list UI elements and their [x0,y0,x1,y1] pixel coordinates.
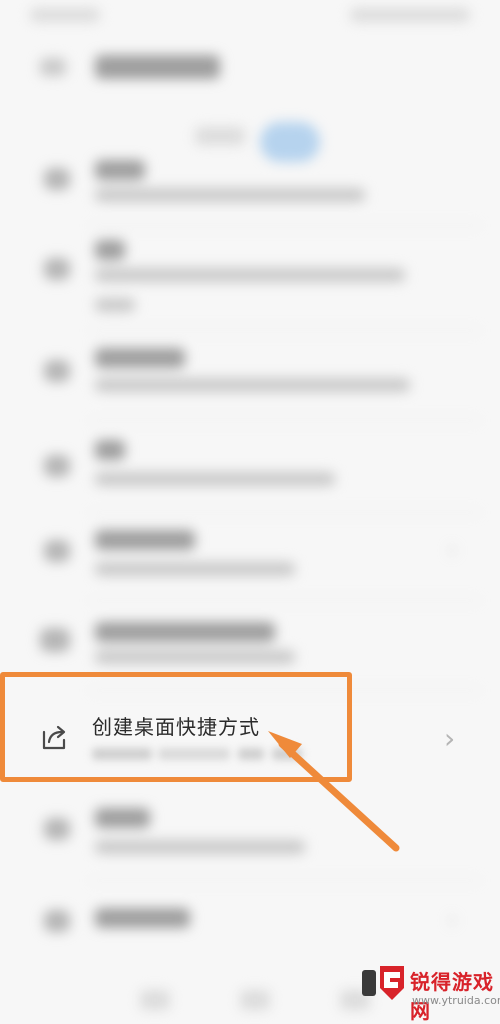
watermark-url: www.ytruida.com [412,994,500,1007]
pointer-arrow [268,731,400,852]
